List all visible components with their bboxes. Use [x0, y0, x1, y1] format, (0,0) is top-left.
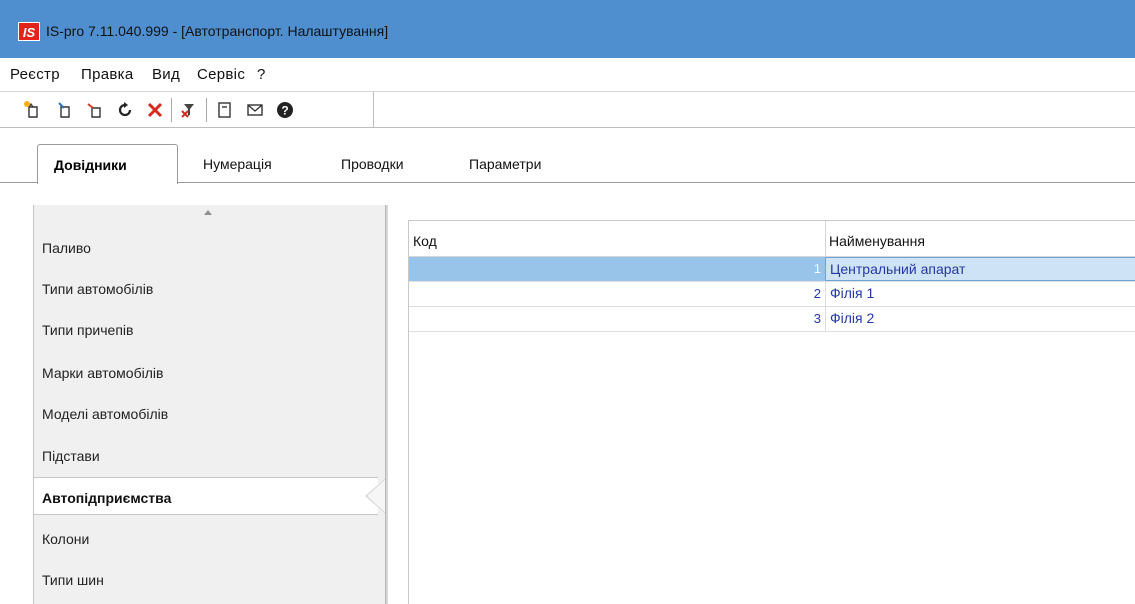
new-icon[interactable] [20, 97, 46, 123]
menu-edit[interactable]: Правка [81, 66, 133, 83]
sidebar-item-trailer-types[interactable]: Типи причепів [42, 322, 133, 338]
sidebar-item-fuel[interactable]: Паливо [42, 240, 91, 256]
active-pointer-notch-inner [367, 478, 387, 514]
refresh-icon[interactable] [112, 97, 138, 123]
column-header-name[interactable]: Найменування [829, 233, 925, 249]
table-row[interactable]: 2 Філія 1 [409, 282, 1135, 307]
sidebar-splitter[interactable] [385, 205, 388, 604]
svg-text:?: ? [281, 104, 288, 118]
sidebar-item-tire-types[interactable]: Типи шин [42, 572, 104, 588]
menu-bar: Реєстр Правка Вид Сервіс ? [0, 58, 1135, 92]
cell-name[interactable]: Філія 2 [825, 307, 1135, 331]
scroll-up-icon[interactable] [204, 210, 212, 215]
tab-parameters[interactable]: Параметри [469, 156, 541, 172]
sidebar-item-columns[interactable]: Колони [42, 531, 89, 547]
table-row[interactable]: 3 Філія 2 [409, 307, 1135, 332]
sidebar-item-transport-enterprises[interactable]: Автопідприємства [42, 490, 171, 506]
cell-code[interactable]: 2 [409, 282, 825, 306]
table-row[interactable]: 1 Центральний апарат [409, 257, 1135, 282]
app-logo-icon: IS [18, 22, 40, 41]
cell-name[interactable]: Центральний апарат [825, 257, 1135, 281]
toolbar-end-border [373, 92, 374, 128]
sidebar-item-vehicle-models[interactable]: Моделі автомобілів [42, 406, 168, 422]
envelope-icon[interactable] [242, 97, 268, 123]
menu-registry[interactable]: Реєстр [10, 66, 60, 83]
toolbar: ? [0, 92, 1135, 128]
cell-name[interactable]: Філія 1 [825, 282, 1135, 306]
toolbar-separator [206, 98, 207, 122]
title-bar: IS IS-pro 7.11.040.999 - [Автотранспорт.… [0, 0, 1135, 58]
column-header-code[interactable]: Код [413, 233, 437, 249]
clear-filter-icon[interactable] [176, 97, 202, 123]
menu-view[interactable]: Вид [152, 66, 180, 83]
copy-icon[interactable] [82, 97, 108, 123]
toolbar-separator [171, 98, 172, 122]
sidebar-item-vehicle-types[interactable]: Типи автомобілів [42, 281, 153, 297]
tab-strip: Довідники Нумерація Проводки Параметри [0, 128, 1135, 186]
cell-code[interactable]: 3 [409, 307, 825, 331]
sidebar-item-vehicle-brands[interactable]: Марки автомобілів [42, 365, 163, 381]
grid-header: Код Найменування [409, 221, 1135, 257]
sidebar: Паливо Типи автомобілів Типи причепів Ма… [33, 205, 387, 604]
tab-directories[interactable]: Довідники [37, 144, 178, 184]
delete-icon[interactable] [142, 97, 168, 123]
edit-icon[interactable] [52, 97, 78, 123]
tab-postings[interactable]: Проводки [341, 156, 404, 172]
cell-code[interactable]: 1 [409, 257, 825, 281]
column-separator[interactable] [825, 221, 826, 257]
menu-service[interactable]: Сервіс [197, 66, 245, 83]
tab-numbering[interactable]: Нумерація [203, 156, 272, 172]
help-icon[interactable]: ? [272, 97, 298, 123]
menu-help[interactable]: ? [257, 66, 266, 83]
tab-directories-label: Довідники [54, 157, 127, 173]
data-grid: Код Найменування 1 Центральний апарат 2 … [408, 220, 1135, 604]
document-icon[interactable] [212, 97, 238, 123]
sidebar-item-grounds[interactable]: Підстави [42, 448, 100, 464]
window-title: IS-pro 7.11.040.999 - [Автотранспорт. На… [46, 23, 389, 39]
